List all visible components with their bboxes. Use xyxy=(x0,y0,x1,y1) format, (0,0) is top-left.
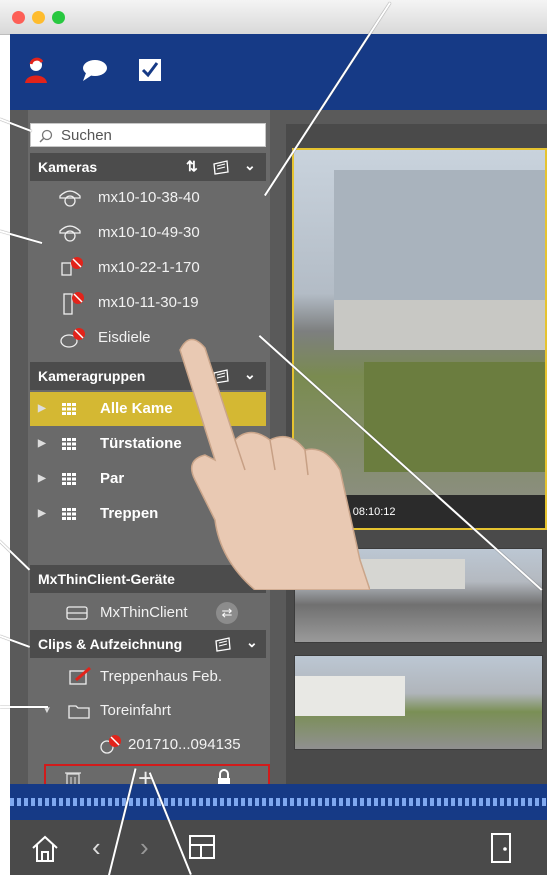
close-window-button[interactable] xyxy=(12,11,25,24)
sort-icon[interactable]: ⇅ xyxy=(186,158,198,175)
chevron-down-icon[interactable]: ⌄ xyxy=(246,634,258,651)
navigation-bar: ‹ › xyxy=(10,820,547,875)
clip-label: 201710...094135 xyxy=(128,736,241,753)
clip-item[interactable]: Treppenhaus Feb. xyxy=(30,660,266,694)
thinclient-section-title: MxThinClient-Geräte xyxy=(38,571,175,587)
home-icon[interactable] xyxy=(30,834,60,864)
cameras-section-header[interactable]: Kameras ⇅ ⌄ xyxy=(30,153,266,181)
thinclient-device-icon xyxy=(66,606,88,620)
clip-label: Toreinfahrt xyxy=(100,702,171,719)
gate-image xyxy=(295,676,405,716)
sync-icon[interactable]: ⇄ xyxy=(216,602,238,624)
back-icon[interactable]: ‹ xyxy=(92,832,101,863)
clips-section-header[interactable]: Clips & Aufzeichnung ⌄ xyxy=(30,630,266,658)
camera-item[interactable]: mx10-10-49-30 xyxy=(30,216,266,250)
folder-stack-icon[interactable] xyxy=(214,636,232,652)
grid-icon xyxy=(62,508,76,520)
camera-label: mx10-11-30-19 xyxy=(98,294,199,311)
disclosure-triangle-icon[interactable]: ▶ xyxy=(38,473,46,484)
camera-item[interactable]: mx10-11-30-19 xyxy=(30,286,266,320)
recording-offline-icon xyxy=(100,735,121,754)
clip-label: Treppenhaus Feb. xyxy=(100,668,223,685)
chat-bubble-icon[interactable] xyxy=(80,56,108,84)
layout-icon[interactable] xyxy=(188,834,218,862)
cameras-section-title: Kameras xyxy=(38,159,98,175)
search-placeholder: Suchen xyxy=(61,127,112,144)
folder-icon xyxy=(68,705,90,719)
grid-icon xyxy=(62,438,76,450)
camera-item[interactable]: mx10-22-1-170 xyxy=(30,251,266,285)
camera-groups-section-title: Kameragruppen xyxy=(38,368,146,384)
camera-group-label: Par xyxy=(100,470,125,487)
camera-label: Eisdiele xyxy=(98,329,151,346)
checkbox-icon[interactable] xyxy=(136,56,164,84)
camera-label: mx10-10-49-30 xyxy=(98,224,200,241)
search-icon xyxy=(39,129,53,143)
office-building-image xyxy=(355,559,465,589)
grid-icon xyxy=(62,473,76,485)
forward-icon[interactable]: › xyxy=(140,832,149,863)
search-input[interactable]: Suchen xyxy=(30,123,266,147)
dome-camera-icon xyxy=(59,190,81,207)
thinclient-item[interactable]: MxThinClient ⇄ xyxy=(30,596,266,630)
folder-stack-icon[interactable] xyxy=(212,159,230,175)
camera-offline-icon xyxy=(61,257,83,276)
door-station-offline-icon xyxy=(63,292,84,315)
camera-label: mx10-10-38-40 xyxy=(98,189,200,206)
timeline-dots xyxy=(10,798,547,806)
clip-item[interactable]: 201710...094135 xyxy=(30,728,266,762)
exit-door-icon[interactable] xyxy=(488,832,518,864)
grid-icon xyxy=(62,403,76,415)
user-icon[interactable] xyxy=(22,56,50,84)
chevron-down-icon[interactable]: ⌄ xyxy=(244,157,256,174)
camera-offline-icon xyxy=(60,328,85,348)
clip-item[interactable]: ▼ Toreinfahrt xyxy=(30,694,266,728)
hand-illustration xyxy=(179,338,370,590)
clips-section-title: Clips & Aufzeichnung xyxy=(38,636,183,652)
timeline-stripe xyxy=(10,784,547,820)
leader-line xyxy=(0,706,48,708)
camera-view-thumbnail[interactable] xyxy=(294,655,543,750)
camera-group-label: Treppen xyxy=(100,505,159,522)
dome-camera-icon xyxy=(59,225,81,242)
disclosure-triangle-icon[interactable]: ▶ xyxy=(38,438,46,449)
zoom-window-button[interactable] xyxy=(52,11,65,24)
minimize-window-button[interactable] xyxy=(32,11,45,24)
camera-item[interactable]: mx10-10-38-40 xyxy=(30,181,266,215)
disclosure-triangle-icon[interactable]: ▶ xyxy=(38,508,46,519)
camera-label: mx10-22-1-170 xyxy=(98,259,200,276)
clip-edit-icon xyxy=(69,666,91,685)
building-image xyxy=(334,170,545,300)
disclosure-triangle-icon[interactable]: ▶ xyxy=(38,403,46,414)
thinclient-label: MxThinClient xyxy=(100,604,188,621)
app-header xyxy=(10,34,547,110)
window-titlebar xyxy=(0,0,547,35)
